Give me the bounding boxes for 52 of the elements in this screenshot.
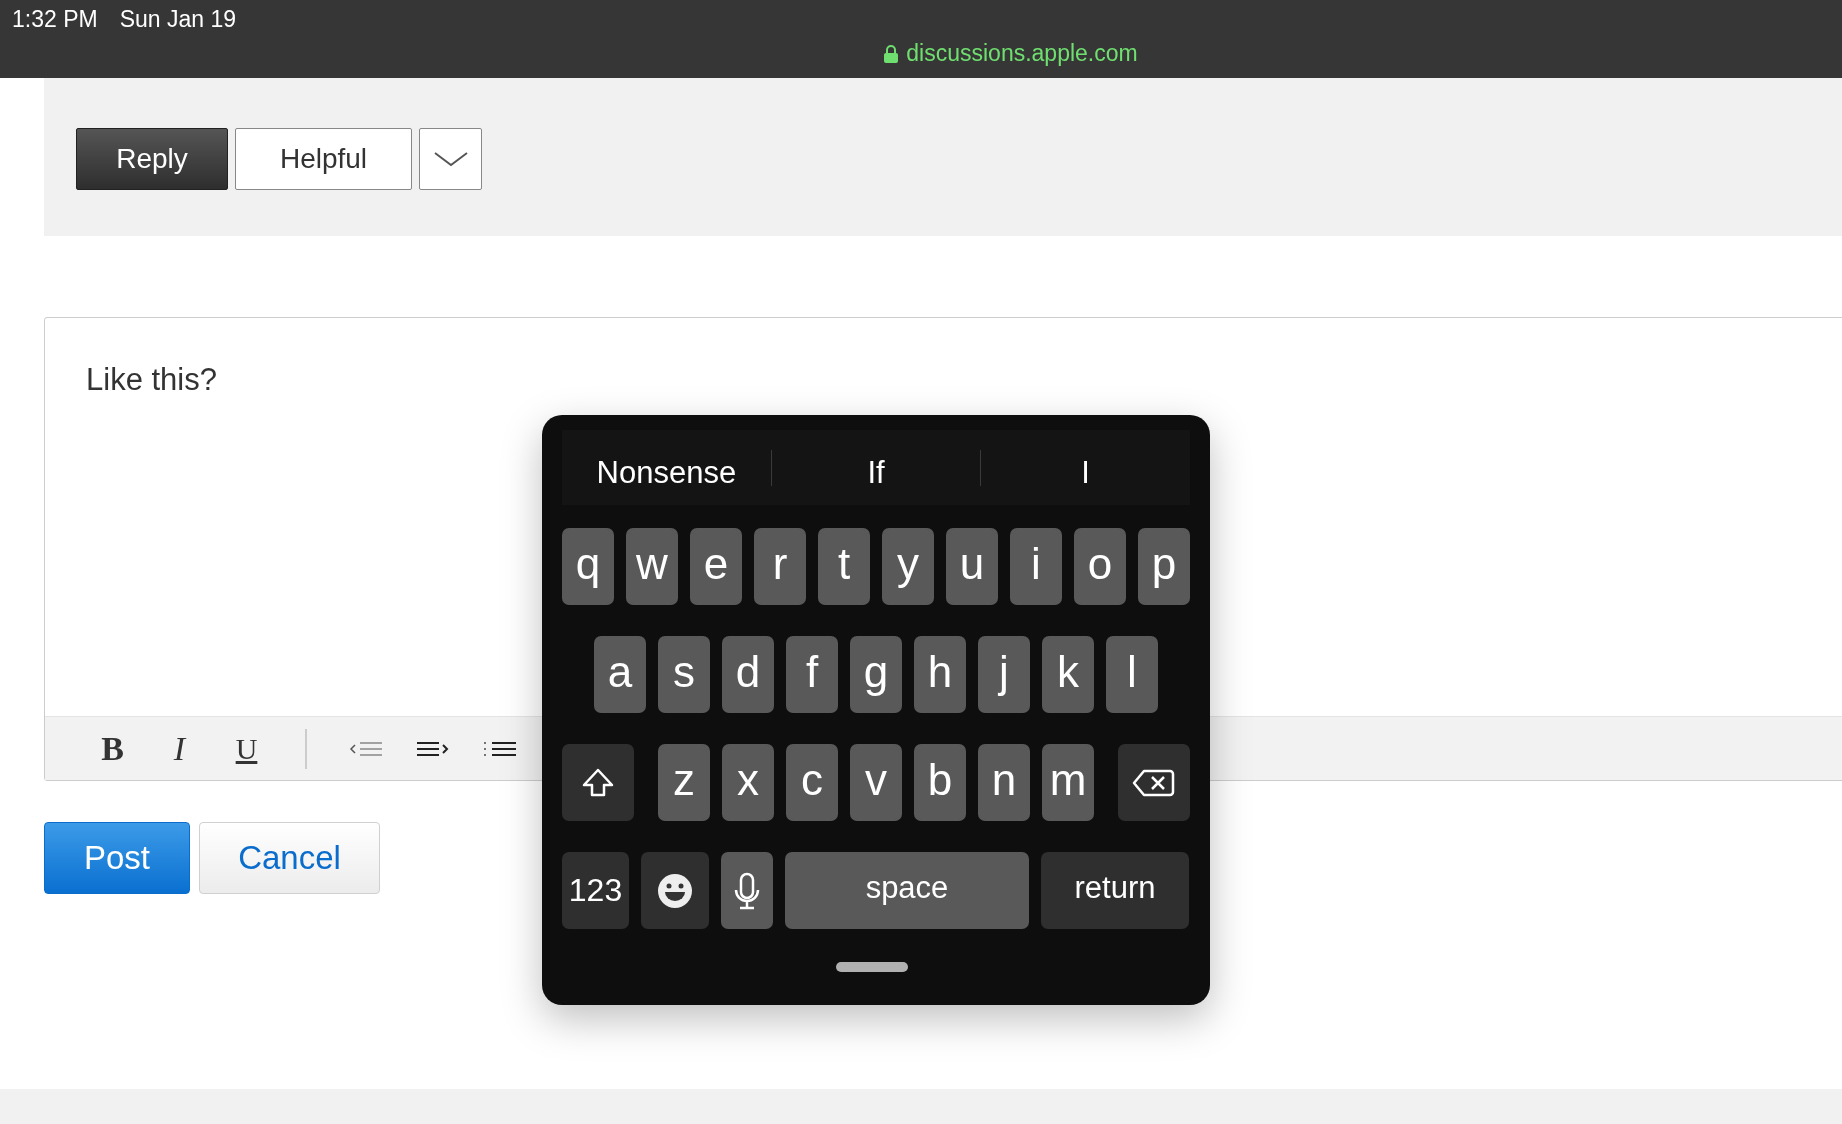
return-key[interactable]: return [1041, 852, 1189, 929]
smiley-icon [657, 872, 693, 909]
letter-key[interactable]: b [914, 744, 966, 821]
page-url[interactable]: discussions.apple.com [906, 40, 1138, 67]
microphone-key[interactable] [721, 852, 773, 929]
letter-key[interactable]: z [658, 744, 710, 821]
letter-key[interactable]: o [1074, 528, 1126, 605]
letter-key[interactable]: w [626, 528, 678, 605]
numbers-key[interactable]: 123 [562, 852, 629, 929]
letter-key[interactable]: x [722, 744, 774, 821]
emoji-key[interactable] [641, 852, 709, 929]
letter-key[interactable]: q [562, 528, 614, 605]
letter-key[interactable]: s [658, 636, 710, 713]
reply-button[interactable]: Reply [76, 128, 228, 190]
microphone-icon [734, 871, 760, 910]
word-suggestion[interactable]: I [981, 444, 1190, 491]
helpful-button[interactable]: Helpful [235, 128, 412, 190]
italic-button[interactable]: I [146, 723, 213, 774]
keyboard-handle[interactable] [836, 962, 908, 972]
letter-key[interactable]: h [914, 636, 966, 713]
letter-key[interactable]: a [594, 636, 646, 713]
letter-key[interactable]: j [978, 636, 1030, 713]
status-date: Sun Jan 19 [119, 6, 237, 33]
lock-icon [884, 44, 899, 63]
letter-key[interactable]: g [850, 636, 902, 713]
letter-key[interactable]: l [1106, 636, 1158, 713]
letter-key[interactable]: e [690, 528, 742, 605]
word-suggestion[interactable]: Nonsense [562, 444, 771, 491]
shift-key[interactable] [562, 744, 634, 821]
bold-button[interactable]: B [79, 723, 146, 774]
post-button[interactable]: Post [44, 822, 190, 894]
letter-key[interactable]: n [978, 744, 1030, 821]
letter-key[interactable]: f [786, 636, 838, 713]
letter-key[interactable]: r [754, 528, 806, 605]
letter-key[interactable]: k [1042, 636, 1094, 713]
letter-key[interactable]: c [786, 744, 838, 821]
cancel-button[interactable]: Cancel [199, 822, 380, 894]
letter-key[interactable]: p [1138, 528, 1190, 605]
letter-key[interactable]: u [946, 528, 998, 605]
space-key[interactable]: space [785, 852, 1029, 929]
letter-key[interactable]: m [1042, 744, 1094, 821]
letter-key[interactable]: t [818, 528, 870, 605]
delete-key[interactable] [1118, 744, 1190, 821]
dropdown-button[interactable] [419, 128, 482, 190]
underline-button[interactable]: U [213, 723, 280, 774]
letter-key[interactable]: d [722, 636, 774, 713]
word-suggestion[interactable]: If [771, 444, 981, 491]
letter-key[interactable]: y [882, 528, 934, 605]
message-text: Like this? [86, 362, 217, 397]
letter-key[interactable]: i [1010, 528, 1062, 605]
letter-key[interactable]: v [850, 744, 902, 821]
clock-time: 1:32 PM [12, 6, 98, 33]
